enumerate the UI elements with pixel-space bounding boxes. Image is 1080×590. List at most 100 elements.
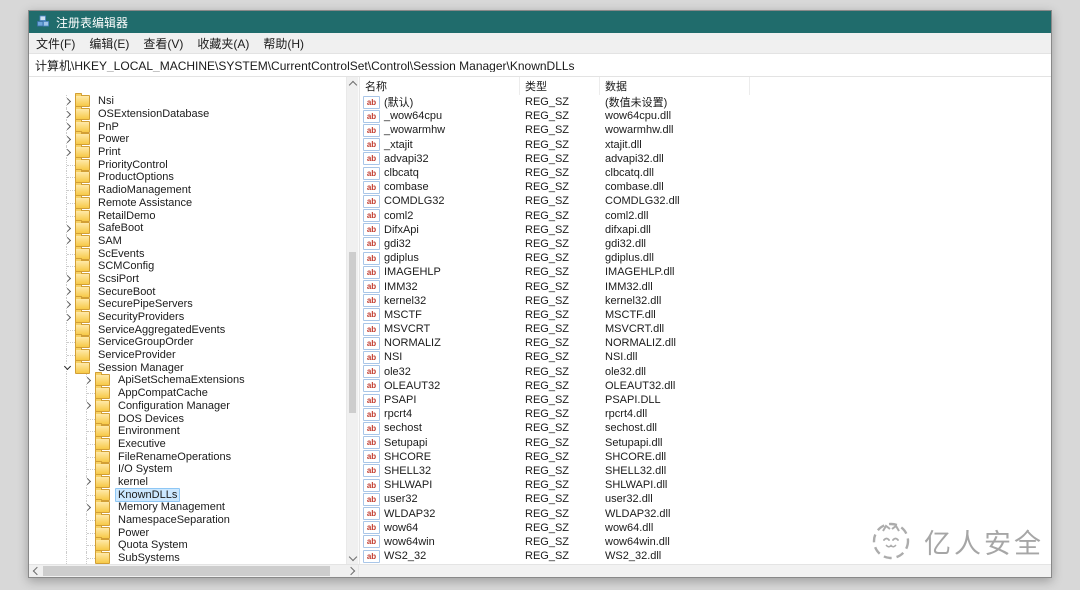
value-row-gdi32[interactable]: abgdi32REG_SZgdi32.dll xyxy=(360,237,1051,251)
tree-item-session-manager[interactable]: Session Manager xyxy=(29,361,346,374)
value-data: gdiplus.dll xyxy=(600,252,1051,264)
value-row-imagehlp[interactable]: abIMAGEHLPREG_SZIMAGEHLP.dll xyxy=(360,265,1051,279)
value-row-imm32[interactable]: abIMM32REG_SZIMM32.dll xyxy=(360,279,1051,293)
menu-v[interactable]: 查看(V) xyxy=(136,33,190,53)
tree-item-memory-management[interactable]: Memory Management xyxy=(29,501,346,514)
tree-vertical-scrollbar[interactable] xyxy=(346,77,358,564)
value-row-default[interactable]: ab(默认)REG_SZ(数值未设置) xyxy=(360,95,1051,109)
tree-item-label: Power xyxy=(95,133,132,145)
chevron-right-icon[interactable] xyxy=(59,285,75,298)
value-row-nsi[interactable]: abNSIREG_SZNSI.dll xyxy=(360,350,1051,364)
tree-item-configuration-manager[interactable]: Configuration Manager xyxy=(29,400,346,413)
value-row-gdiplus[interactable]: abgdiplusREG_SZgdiplus.dll xyxy=(360,251,1051,265)
tree-item-filerenameoperations[interactable]: FileRenameOperations xyxy=(29,450,346,463)
value-data: SHCORE.dll xyxy=(600,451,1051,463)
tree-item-subsystems[interactable]: SubSystems xyxy=(29,552,346,564)
chevron-right-icon[interactable] xyxy=(59,120,75,133)
value-row-shlwapi[interactable]: abSHLWAPIREG_SZSHLWAPI.dll xyxy=(360,478,1051,492)
value-row-xtajit[interactable]: ab_xtajitREG_SZxtajit.dll xyxy=(360,138,1051,152)
value-row-psapi[interactable]: abPSAPIREG_SZPSAPI.DLL xyxy=(360,393,1051,407)
value-type: REG_SZ xyxy=(520,323,600,335)
chevron-right-icon[interactable] xyxy=(59,273,75,286)
chevron-right-icon[interactable] xyxy=(59,311,75,324)
value-name-cell: absechost xyxy=(360,422,520,435)
tree-horizontal-scrollbar[interactable] xyxy=(29,565,358,577)
chevron-down-icon[interactable] xyxy=(59,361,75,374)
value-row-difxapi[interactable]: abDifxApiREG_SZdifxapi.dll xyxy=(360,223,1051,237)
value-row-wow64cpu[interactable]: ab_wow64cpuREG_SZwow64cpu.dll xyxy=(360,109,1051,123)
value-row-normaliz[interactable]: abNORMALIZREG_SZNORMALIZ.dll xyxy=(360,336,1051,350)
tree-item-label: ProductOptions xyxy=(95,171,177,183)
menu-f[interactable]: 文件(F) xyxy=(29,33,82,53)
tree-item-appcompatcache[interactable]: AppCompatCache xyxy=(29,387,346,400)
tree-connector xyxy=(79,552,95,564)
horizontal-scrollbar-thumb[interactable] xyxy=(43,566,330,576)
registry-editor-icon xyxy=(36,15,50,29)
value-name: MSVCRT xyxy=(384,323,430,335)
chevron-right-icon[interactable] xyxy=(59,235,75,248)
scroll-down-icon[interactable] xyxy=(347,552,359,564)
tree-item-label: SecurityProviders xyxy=(95,311,187,323)
tree-item-dos-devices[interactable]: DOS Devices xyxy=(29,412,346,425)
column-header-data[interactable]: 数据 xyxy=(600,77,750,95)
tree-item-kernel[interactable]: kernel xyxy=(29,476,346,489)
tree-item-namespaceseparation[interactable]: NamespaceSeparation xyxy=(29,514,346,527)
scroll-right-icon[interactable] xyxy=(346,565,358,577)
chevron-right-icon[interactable] xyxy=(59,222,75,235)
string-value-icon: ab xyxy=(363,308,380,321)
list-horizontal-scrollbar[interactable] xyxy=(358,565,1051,577)
title-bar[interactable]: 注册表编辑器 xyxy=(29,11,1051,33)
tree-item-executive[interactable]: Executive xyxy=(29,438,346,451)
value-data: kernel32.dll xyxy=(600,295,1051,307)
string-value-icon: ab xyxy=(363,479,380,492)
value-row-setupapi[interactable]: abSetupapiREG_SZSetupapi.dll xyxy=(360,436,1051,450)
tree-item-power[interactable]: Power xyxy=(29,526,346,539)
chevron-right-icon[interactable] xyxy=(59,133,75,146)
chevron-right-icon[interactable] xyxy=(59,146,75,159)
column-header-name[interactable]: 名称 xyxy=(360,77,520,95)
column-header-type[interactable]: 类型 xyxy=(520,77,600,95)
chevron-right-icon[interactable] xyxy=(79,476,95,489)
scroll-left-icon[interactable] xyxy=(29,565,41,577)
value-row-sechost[interactable]: absechostREG_SZsechost.dll xyxy=(360,421,1051,435)
value-row-msvcrt[interactable]: abMSVCRTREG_SZMSVCRT.dll xyxy=(360,322,1051,336)
value-row-rpcrt4[interactable]: abrpcrt4REG_SZrpcrt4.dll xyxy=(360,407,1051,421)
tree-item-label: Power xyxy=(115,527,152,539)
value-name-cell: abcombase xyxy=(360,181,520,194)
chevron-right-icon[interactable] xyxy=(79,374,95,387)
menu-a[interactable]: 收藏夹(A) xyxy=(190,33,256,53)
value-row-kernel32[interactable]: abkernel32REG_SZkernel32.dll xyxy=(360,294,1051,308)
tree-item-knowndlls[interactable]: KnownDLLs xyxy=(29,488,346,501)
tree-item-environment[interactable]: Environment xyxy=(29,425,346,438)
value-row-user32[interactable]: abuser32REG_SZuser32.dll xyxy=(360,492,1051,506)
value-row-msctf[interactable]: abMSCTFREG_SZMSCTF.dll xyxy=(360,308,1051,322)
chevron-right-icon[interactable] xyxy=(79,501,95,514)
vertical-scrollbar-thumb[interactable] xyxy=(349,252,356,413)
value-row-clbcatq[interactable]: abclbcatqREG_SZclbcatq.dll xyxy=(360,166,1051,180)
value-row-wowarmhw[interactable]: ab_wowarmhwREG_SZwowarmhw.dll xyxy=(360,123,1051,137)
chevron-right-icon[interactable] xyxy=(79,400,95,413)
value-row-shcore[interactable]: abSHCOREREG_SZSHCORE.dll xyxy=(360,450,1051,464)
tree-item-quota-system[interactable]: Quota System xyxy=(29,539,346,552)
address-input[interactable] xyxy=(29,58,1051,72)
value-row-advapi32[interactable]: abadvapi32REG_SZadvapi32.dll xyxy=(360,152,1051,166)
value-name: sechost xyxy=(384,422,422,434)
string-value-icon: ab xyxy=(363,294,380,307)
tree-item-i-o-system[interactable]: I/O System xyxy=(29,463,346,476)
value-row-coml2[interactable]: abcoml2REG_SZcoml2.dll xyxy=(360,209,1051,223)
chevron-right-icon[interactable] xyxy=(59,95,75,108)
chevron-right-icon[interactable] xyxy=(59,108,75,121)
tree-connector xyxy=(79,425,95,438)
tree-item-apisetschemaextensions[interactable]: ApiSetSchemaExtensions xyxy=(29,374,346,387)
horizontal-scrollbar-track[interactable] xyxy=(41,565,346,577)
scroll-up-icon[interactable] xyxy=(347,77,359,89)
menu-h[interactable]: 帮助(H) xyxy=(256,33,311,53)
chevron-right-icon[interactable] xyxy=(59,298,75,311)
value-row-comdlg32[interactable]: abCOMDLG32REG_SZCOMDLG32.dll xyxy=(360,194,1051,208)
menu-e[interactable]: 编辑(E) xyxy=(82,33,136,53)
value-row-ole32[interactable]: abole32REG_SZole32.dll xyxy=(360,365,1051,379)
value-name: IMAGEHLP xyxy=(384,266,441,278)
value-row-oleaut32[interactable]: abOLEAUT32REG_SZOLEAUT32.dll xyxy=(360,379,1051,393)
value-row-combase[interactable]: abcombaseREG_SZcombase.dll xyxy=(360,180,1051,194)
value-row-shell32[interactable]: abSHELL32REG_SZSHELL32.dll xyxy=(360,464,1051,478)
